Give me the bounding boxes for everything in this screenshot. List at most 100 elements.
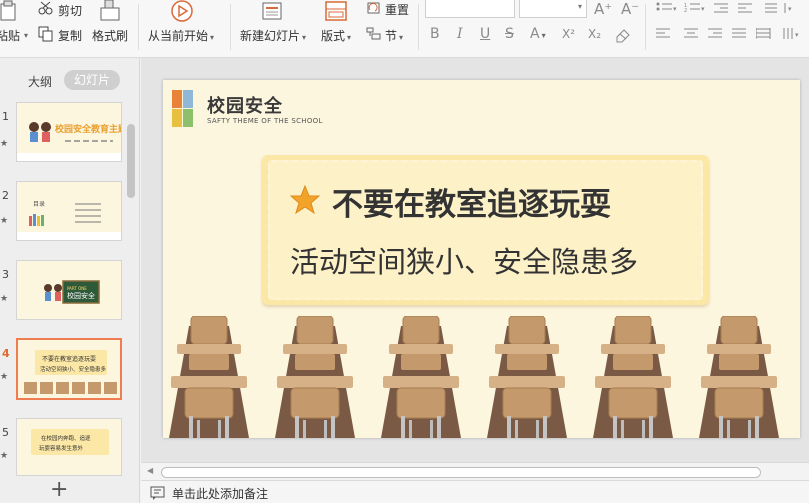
font-name-select[interactable] (425, 0, 515, 18)
layout-button[interactable]: 版式 (321, 29, 345, 43)
copy-button[interactable]: 复制 (58, 27, 82, 44)
thumb-2-title: 目录 (33, 200, 45, 208)
align-left-icon[interactable] (656, 28, 672, 43)
notes-placeholder[interactable]: 单击此处添加备注 (172, 485, 268, 502)
notes-bar[interactable]: 单击此处添加备注 (141, 480, 809, 503)
slide-header-title: 校园安全 (207, 96, 283, 117)
slide-heading[interactable]: 不要在教室追逐玩耍 (332, 179, 611, 224)
svg-text:▾: ▾ (673, 5, 677, 13)
svg-text:2: 2 (684, 8, 687, 14)
thumb-5-line1: 在校园内奔跑、追逐 (41, 434, 91, 442)
desks-illustration (169, 316, 780, 438)
horizontal-scrollbar[interactable]: ◀ (141, 462, 809, 480)
justify-icon[interactable] (732, 28, 748, 43)
svg-text:▾: ▾ (788, 5, 792, 13)
star-icon (290, 185, 320, 215)
slide-thumbnail-5[interactable]: 在校园内奔跑、追逐 玩耍容易发生意外 (16, 418, 122, 476)
layout-dropdown-icon[interactable]: ▾ (347, 33, 351, 42)
italic-button[interactable]: I (457, 26, 463, 42)
slides-panel-scrollbar[interactable] (127, 124, 135, 198)
paste-icon[interactable] (0, 0, 20, 25)
slide-5-preview: 在校园内奔跑、追逐 玩耍容易发生意外 (17, 419, 121, 475)
grow-font-button[interactable]: A⁺ (594, 0, 612, 18)
slide-number: 4 (2, 347, 10, 360)
play-from-current-button[interactable]: 从当前开始 (148, 29, 208, 43)
reset-icon[interactable] (366, 1, 382, 18)
scroll-left-arrow-icon[interactable]: ◀ (147, 466, 153, 475)
thumb-3-part: PART ONE (67, 286, 87, 291)
editor-area: 校园安全 SAFTY THEME OF THE SCHOOL 不要在教室追逐玩耍… (141, 58, 809, 503)
tab-slides[interactable]: 幻灯片 (64, 70, 120, 90)
desk-graphic (698, 316, 780, 438)
section-button[interactable]: 节 (385, 29, 397, 43)
animation-star-icon: ★ (0, 294, 9, 304)
slide-number: 5 (2, 426, 9, 439)
reset-button[interactable]: 重置 (385, 1, 409, 18)
play-icon[interactable] (170, 0, 194, 27)
tab-outline[interactable]: 大纲 (28, 73, 52, 90)
animation-star-icon: ★ (0, 139, 9, 149)
distributed-align-icon[interactable] (755, 28, 772, 43)
desk-graphic (592, 316, 674, 438)
svg-text:▾: ▾ (795, 31, 799, 39)
slide-4-preview: 不要在教室追逐玩耍 活动空间狭小、安全隐患多 (18, 340, 120, 398)
paste-button[interactable]: 粘贴 (0, 27, 20, 44)
section-icon[interactable] (366, 26, 382, 43)
layout-icon[interactable] (324, 0, 348, 25)
align-right-icon[interactable] (708, 28, 724, 43)
slide-3-preview: PART ONE 校园安全 (17, 261, 121, 319)
line-spacing-icon[interactable]: ▾ (765, 2, 805, 17)
add-slide-button[interactable]: + (50, 479, 68, 501)
shrink-font-button[interactable]: A⁻ (621, 0, 639, 18)
school-logo-icon (172, 90, 193, 127)
subscript-button[interactable]: X₂ (588, 27, 601, 41)
numbered-list-icon[interactable]: 1 2 ▾ (684, 2, 706, 17)
desk-graphic (486, 316, 568, 438)
slide-thumbnail-1[interactable]: 校园安全教育主题 (16, 102, 122, 162)
scissors-icon[interactable] (38, 1, 54, 18)
clear-format-icon[interactable] (614, 27, 632, 46)
notes-icon (150, 486, 165, 500)
text-direction-icon[interactable]: ▾ (782, 28, 804, 43)
font-color-label: A (530, 26, 540, 42)
slide-canvas[interactable]: 校园安全 SAFTY THEME OF THE SCHOOL 不要在教室追逐玩耍… (163, 80, 800, 438)
ribbon-toolbar: 粘贴 ▾ 剪切 复制 格式刷 从当前开始 ▾ 新建幻灯片 ▾ 版式 ▾ 重置 节 ▾ (0, 0, 809, 58)
font-color-button[interactable]: A ▾ (530, 26, 546, 42)
thumb-3-title: 校园安全 (67, 291, 95, 300)
underline-button[interactable]: U (480, 26, 490, 42)
bold-button[interactable]: B (430, 26, 440, 42)
decrease-indent-icon[interactable] (714, 2, 730, 17)
slide-thumbnail-4[interactable]: 不要在教室追逐玩耍 活动空间狭小、安全隐患多 (16, 338, 122, 400)
font-size-select[interactable]: ▾ (519, 0, 587, 18)
slide-number: 3 (2, 268, 9, 281)
horizontal-scroll-thumb[interactable] (161, 467, 761, 478)
copy-icon[interactable] (38, 26, 54, 45)
new-slide-icon[interactable] (260, 0, 284, 25)
thumb-1-title: 校园安全教育主题 (55, 123, 122, 135)
animation-star-icon: ★ (0, 451, 9, 461)
desk-graphic (380, 316, 462, 438)
slide-header-subtitle: SAFTY THEME OF THE SCHOOL (207, 117, 323, 125)
bullet-list-icon[interactable]: ▾ (656, 2, 678, 17)
increase-indent-icon[interactable] (738, 2, 754, 17)
animation-star-icon: ★ (0, 372, 9, 382)
strikethrough-button[interactable]: S (505, 26, 514, 42)
slide-1-preview: 校园安全教育主题 (17, 103, 122, 161)
slide-thumbnail-2[interactable]: 目录 (16, 181, 122, 241)
cut-button[interactable]: 剪切 (58, 2, 82, 19)
slide-thumbnail-3[interactable]: PART ONE 校园安全 (16, 260, 122, 320)
new-slide-button[interactable]: 新建幻灯片 (240, 29, 300, 43)
slide-subheading[interactable]: 活动空间狭小、安全隐患多 (290, 239, 638, 281)
play-dropdown-icon[interactable]: ▾ (210, 33, 214, 42)
superscript-button[interactable]: X² (562, 27, 575, 41)
format-painter-icon[interactable] (97, 0, 123, 25)
new-slide-dropdown-icon[interactable]: ▾ (302, 33, 306, 42)
font-size-dropdown-icon[interactable]: ▾ (578, 2, 582, 11)
align-center-icon[interactable] (684, 28, 700, 43)
thumb-4-line2: 活动空间狭小、安全隐患多 (40, 365, 107, 373)
format-painter-button[interactable]: 格式刷 (92, 27, 128, 44)
message-panel[interactable]: 不要在教室追逐玩耍 活动空间狭小、安全隐患多 (262, 155, 709, 305)
slide-2-preview: 目录 (17, 182, 121, 240)
section-dropdown-icon[interactable]: ▾ (399, 33, 403, 42)
paste-dropdown-icon[interactable]: ▾ (24, 31, 28, 40)
